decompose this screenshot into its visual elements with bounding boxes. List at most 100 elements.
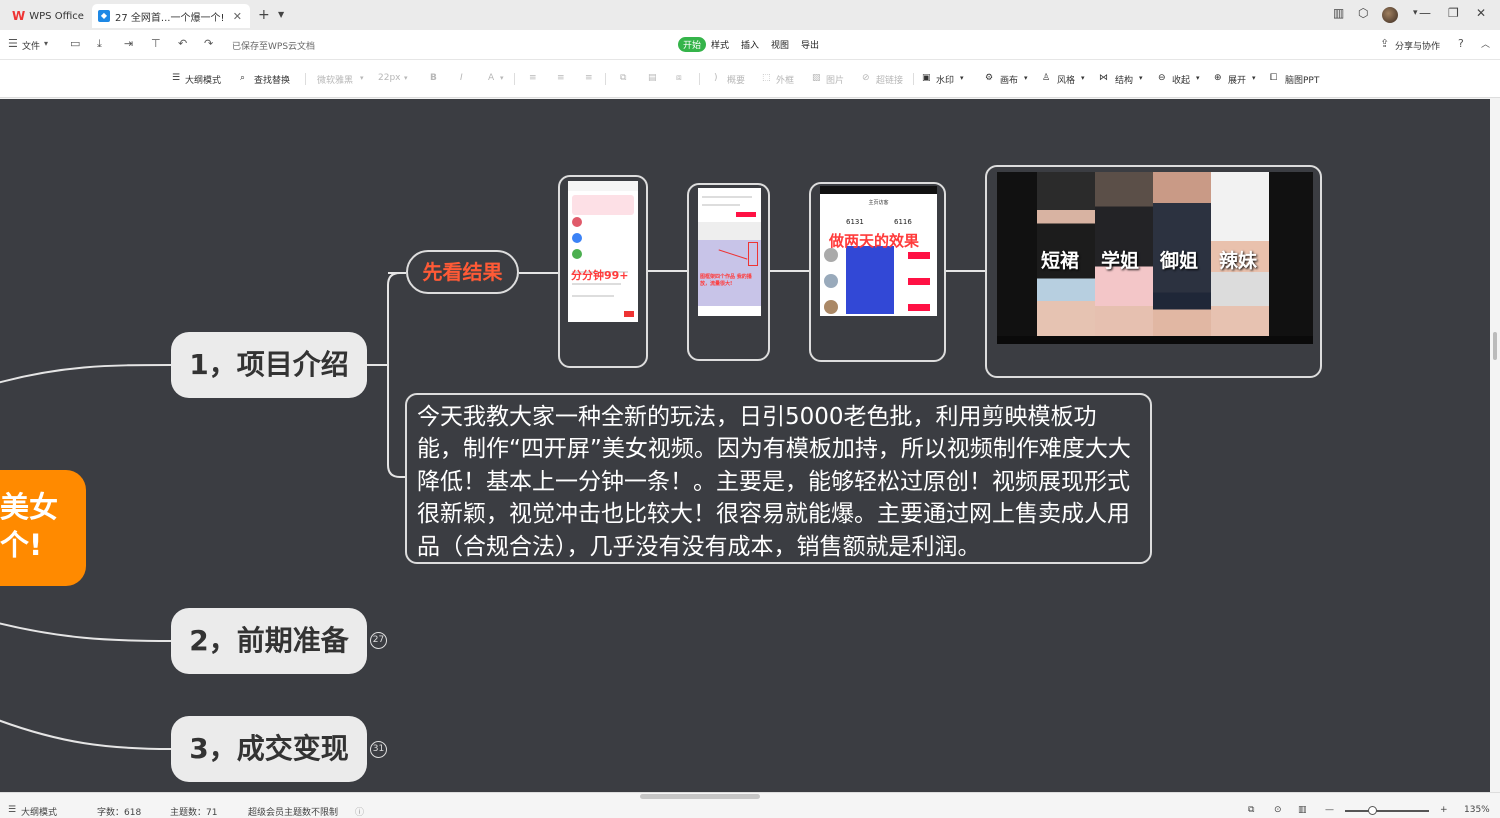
- close-window-icon[interactable]: ✕: [1476, 6, 1486, 20]
- tab-style[interactable]: 样式: [711, 38, 729, 51]
- help-icon[interactable]: ?: [1458, 37, 1464, 50]
- outline-mode-status-icon[interactable]: ☰: [8, 805, 16, 815]
- image-icon[interactable]: ▨: [812, 73, 821, 83]
- new-tab-dropdown-icon[interactable]: ▼: [278, 10, 284, 19]
- horizontal-scrollbar[interactable]: [640, 794, 760, 799]
- branch-node-preparation[interactable]: 2，前期准备: [171, 608, 367, 674]
- hyperlink-button[interactable]: 超链接: [876, 73, 903, 86]
- outline-mode-icon[interactable]: ☰: [172, 73, 180, 83]
- tab-wps-home[interactable]: W WPS Office: [6, 4, 90, 28]
- outline-mode-status[interactable]: 大纲模式: [21, 805, 57, 818]
- collapse-ribbon-icon[interactable]: ︿: [1481, 37, 1490, 50]
- locate-icon[interactable]: ⊙: [1274, 805, 1282, 815]
- align-right-icon[interactable]: ≡: [585, 73, 593, 83]
- watermark-caret-icon[interactable]: ▾: [960, 74, 964, 82]
- result-node[interactable]: 先看结果: [406, 250, 519, 294]
- node-border-icon[interactable]: ⧈: [676, 73, 682, 83]
- format-painter-icon[interactable]: ⊤: [151, 37, 161, 50]
- branch-node-monetization[interactable]: 3，成交变现: [171, 716, 367, 782]
- collapse-icon[interactable]: ⊖: [1158, 73, 1166, 83]
- font-color-button[interactable]: A: [488, 73, 494, 83]
- image-node-video-collage[interactable]: 短裙 学姐 御姐 辣妹: [985, 165, 1322, 378]
- new-tab-button[interactable]: +: [258, 7, 270, 23]
- root-node[interactable]: 美女 个!: [0, 470, 86, 586]
- tab-start[interactable]: 开始: [678, 37, 707, 52]
- image-button[interactable]: 图片: [826, 73, 844, 86]
- collapse-button[interactable]: 收起: [1172, 73, 1190, 86]
- collapse-caret-icon[interactable]: ▾: [1196, 74, 1200, 82]
- tab-document[interactable]: ◆ 27 全网首...一个爆一个! ✕: [92, 4, 250, 28]
- canvas-button[interactable]: 画布: [1000, 73, 1018, 86]
- share-button[interactable]: 分享与协作: [1395, 39, 1440, 52]
- watermark-icon[interactable]: ▣: [922, 73, 931, 83]
- map-view-icon[interactable]: ▥: [1298, 805, 1307, 815]
- zoom-slider-track[interactable]: [1345, 810, 1429, 812]
- node-shape-icon[interactable]: ⧉: [620, 73, 626, 83]
- canvas-caret-icon[interactable]: ▾: [1024, 74, 1028, 82]
- zoom-level[interactable]: 135%: [1464, 805, 1490, 815]
- font-size-caret-icon[interactable]: ▾: [404, 74, 408, 82]
- expand-icon[interactable]: ⊕: [1214, 73, 1222, 83]
- summary-button[interactable]: 概要: [727, 73, 745, 86]
- user-avatar[interactable]: [1382, 7, 1398, 23]
- summary-icon[interactable]: ): [714, 73, 718, 83]
- outline-mode-button[interactable]: 大纲模式: [185, 73, 221, 86]
- frame-button[interactable]: 外框: [776, 73, 794, 86]
- style-icon[interactable]: ♙: [1042, 73, 1050, 83]
- share-icon[interactable]: ⇪: [1380, 37, 1389, 50]
- mind-ppt-icon[interactable]: ⧠: [1270, 73, 1277, 83]
- align-left-icon[interactable]: ≡: [529, 73, 537, 83]
- description-node[interactable]: 今天我教大家一种全新的玩法，日引5000老色批，利用剪映模板功能，制作“四开屏”…: [405, 393, 1152, 564]
- font-size-select[interactable]: 22px: [378, 73, 401, 83]
- redo-icon[interactable]: ↷: [204, 37, 213, 50]
- search-icon[interactable]: ⌕: [240, 73, 245, 83]
- vertical-scroll-thumb[interactable]: [1493, 332, 1497, 360]
- menu-hamburger-icon[interactable]: ☰: [8, 37, 18, 50]
- info-icon[interactable]: ⓘ: [355, 805, 364, 818]
- file-menu[interactable]: 文件: [22, 39, 40, 52]
- font-name-caret-icon[interactable]: ▾: [360, 74, 364, 82]
- italic-button[interactable]: I: [460, 73, 463, 83]
- cube-icon[interactable]: ⬡: [1358, 6, 1368, 20]
- style-button[interactable]: 风格: [1057, 73, 1075, 86]
- mind-ppt-button[interactable]: 脑图PPT: [1285, 73, 1319, 86]
- branch-node-project-intro[interactable]: 1，项目介绍: [171, 332, 367, 398]
- fit-view-icon[interactable]: ⧉: [1248, 805, 1254, 815]
- save-icon[interactable]: ▭: [70, 37, 80, 50]
- align-center-icon[interactable]: ≡: [557, 73, 565, 83]
- topic-count-badge[interactable]: 27: [370, 632, 387, 649]
- layout-icon[interactable]: ▥: [1333, 6, 1344, 20]
- hyperlink-icon[interactable]: ⊘: [862, 73, 870, 83]
- structure-button[interactable]: 结构: [1115, 73, 1133, 86]
- font-name-select[interactable]: 微软雅黑: [317, 73, 353, 86]
- vertical-scrollbar[interactable]: [1490, 99, 1500, 792]
- watermark-button[interactable]: 水印: [936, 73, 954, 86]
- file-caret-icon[interactable]: ▾: [44, 39, 48, 48]
- find-replace-button[interactable]: 查找替换: [254, 73, 290, 86]
- expand-caret-icon[interactable]: ▾: [1252, 74, 1256, 82]
- mindmap-canvas[interactable]: 美女 个! 1，项目介绍 2，前期准备 27 3，成交变现 31 先看结果 分分…: [0, 99, 1490, 792]
- minimize-icon[interactable]: —: [1419, 6, 1431, 20]
- frame-icon[interactable]: ⬚: [762, 73, 771, 83]
- image-node-phone-1[interactable]: 分分钟99+: [558, 175, 648, 368]
- structure-caret-icon[interactable]: ▾: [1139, 74, 1143, 82]
- bold-button[interactable]: B: [430, 73, 437, 83]
- restore-icon[interactable]: ❐: [1448, 6, 1459, 20]
- zoom-in-icon[interactable]: +: [1440, 805, 1448, 815]
- tab-export[interactable]: 导出: [801, 38, 819, 51]
- font-color-caret-icon[interactable]: ▾: [500, 74, 504, 82]
- dropdown-icon[interactable]: ▾: [1413, 8, 1418, 18]
- topic-count-badge[interactable]: 31: [370, 741, 387, 758]
- structure-icon[interactable]: ⋈: [1099, 73, 1108, 83]
- image-node-phone-2[interactable]: 图框架四个作品 我的播放，流量很大!: [687, 183, 770, 361]
- undo-icon[interactable]: ↶: [178, 37, 187, 50]
- zoom-slider-knob[interactable]: [1368, 806, 1377, 815]
- tab-insert[interactable]: 插入: [741, 38, 759, 51]
- tab-close-icon[interactable]: ✕: [233, 10, 242, 23]
- node-fill-icon[interactable]: ▤: [648, 73, 657, 83]
- tab-view[interactable]: 视图: [771, 38, 789, 51]
- zoom-out-icon[interactable]: —: [1325, 805, 1334, 815]
- download-icon[interactable]: ⤓: [97, 37, 102, 51]
- style-caret-icon[interactable]: ▾: [1081, 74, 1085, 82]
- export-icon[interactable]: ⇥: [124, 37, 133, 50]
